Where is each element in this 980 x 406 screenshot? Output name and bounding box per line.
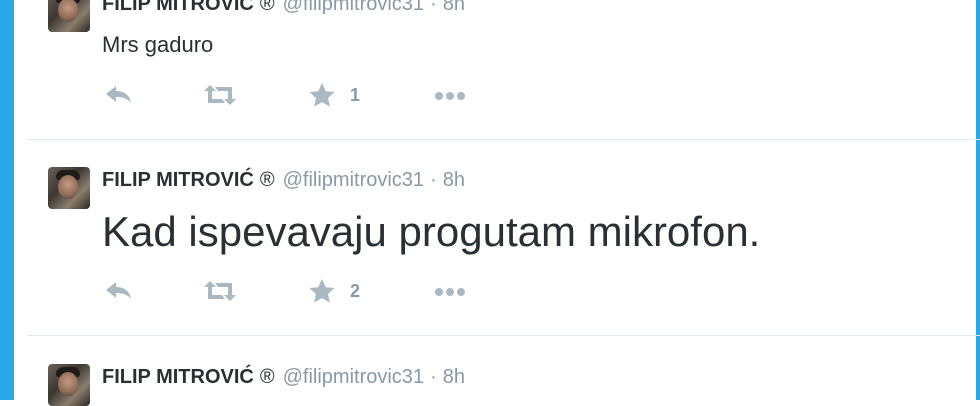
user-handle[interactable]: @filipmitrovic31 bbox=[283, 366, 424, 388]
favorite-button[interactable] bbox=[306, 80, 338, 110]
user-fullname[interactable]: FILIP MITROVIĆ bbox=[102, 366, 254, 388]
reply-button[interactable] bbox=[102, 80, 136, 110]
tweet-text: Mrs gaduro bbox=[102, 32, 214, 57]
user-fullname[interactable]: FILIP MITROVIĆ bbox=[102, 0, 254, 15]
tweet-header: FILIP MITROVIĆ ® @filipmitrovic31 · 8h bbox=[102, 365, 465, 389]
favorite-count[interactable]: 2 bbox=[350, 281, 360, 302]
tweet[interactable]: FILIP MITROVIĆ ® @filipmitrovic31 · 8h bbox=[28, 336, 980, 406]
more-button[interactable] bbox=[430, 276, 470, 306]
avatar[interactable] bbox=[48, 167, 90, 209]
tweet-header: FILIP MITROVIĆ ® @filipmitrovic31 · 8h bbox=[102, 0, 465, 16]
tweet[interactable]: FILIP MITROVIĆ ® @filipmitrovic31 · 8h Kad i… bbox=[28, 140, 980, 336]
user-fullname[interactable]: FILIP MITROVIĆ bbox=[102, 169, 254, 191]
tweet-time[interactable]: 8h bbox=[443, 169, 465, 191]
registered-mark: ® bbox=[259, 366, 275, 388]
reply-icon bbox=[106, 86, 131, 103]
tweet[interactable]: FILIP MITROVIĆ ® @filipmitrovic31 · 8h Mrs g… bbox=[28, 0, 980, 140]
favorite-count[interactable]: 1 bbox=[350, 85, 360, 106]
favorite-button[interactable] bbox=[306, 276, 338, 306]
retweet-button[interactable] bbox=[200, 80, 240, 110]
user-handle[interactable]: @filipmitrovic31 bbox=[283, 169, 424, 191]
timeline-frame: FILIP MITROVIĆ ® @filipmitrovic31 · 8h Mrs g… bbox=[0, 0, 980, 406]
user-handle[interactable]: @filipmitrovic31 bbox=[283, 0, 424, 15]
reply-button[interactable] bbox=[102, 276, 136, 306]
reply-icon bbox=[106, 282, 131, 299]
more-icon bbox=[435, 288, 465, 296]
separator: · bbox=[430, 169, 437, 191]
tweet-time[interactable]: 8h bbox=[443, 0, 465, 15]
retweet-icon bbox=[204, 281, 236, 301]
more-icon bbox=[435, 92, 465, 100]
separator: · bbox=[430, 0, 437, 15]
tweet-time[interactable]: 8h bbox=[443, 366, 465, 388]
separator: · bbox=[430, 366, 437, 388]
tweet-actions: 2 bbox=[102, 276, 522, 306]
registered-mark: ® bbox=[259, 169, 275, 191]
more-button[interactable] bbox=[430, 80, 470, 110]
tweet-text: Kad ispevavaju progutam mikrofon. bbox=[102, 208, 761, 255]
avatar[interactable] bbox=[48, 0, 90, 32]
retweet-icon bbox=[204, 85, 236, 105]
retweet-button[interactable] bbox=[200, 276, 240, 306]
favorite-icon bbox=[309, 279, 335, 303]
registered-mark: ® bbox=[259, 0, 275, 15]
tweet-actions: 1 bbox=[102, 80, 522, 110]
tweet-header: FILIP MITROVIĆ ® @filipmitrovic31 · 8h bbox=[102, 168, 465, 192]
favorite-icon bbox=[309, 83, 335, 107]
